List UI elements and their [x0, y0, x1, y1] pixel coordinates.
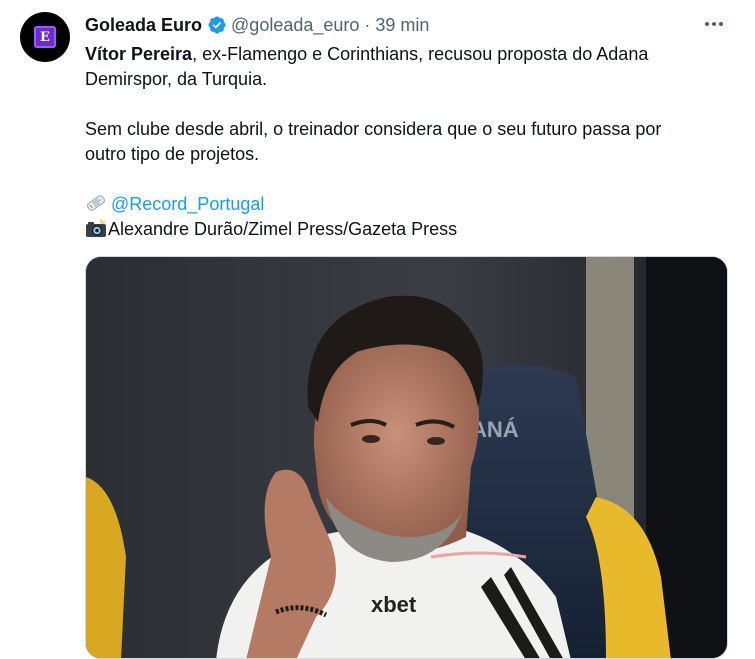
more-options-icon[interactable]	[703, 14, 725, 34]
tweet-text-line: outro tipo de projetos.	[85, 144, 260, 164]
tweet-text-fragment: , ex-Flamengo e Corinthians, recusou pro…	[192, 44, 649, 64]
source-line: @Record_Portugal	[85, 192, 725, 217]
tweet-photo[interactable]: ANÁ xbet	[85, 256, 728, 659]
author-display-name[interactable]: Goleada Euro	[85, 15, 202, 36]
tweet-text-line: Vítor Pereira, ex-Flamengo e Corinthians…	[85, 42, 725, 67]
photo-illustration: ANÁ xbet	[86, 257, 727, 658]
shirt-sponsor-text: xbet	[371, 592, 417, 617]
avatar[interactable]: E	[20, 12, 70, 62]
header-separator: ·	[364, 14, 371, 35]
author-handle[interactable]: @goleada_euro	[231, 15, 359, 36]
tweet-text-line: Sem clube desde abril, o treinador consi…	[85, 119, 662, 139]
camera-flash-icon	[86, 218, 106, 237]
tweet-card[interactable]: E Goleada Euro @goleada_euro · 39 min Ví…	[0, 0, 755, 659]
photo-credit: Alexandre Durão/Zimel Press/Gazeta Press	[108, 219, 458, 239]
source-link[interactable]: @Record_Portugal	[111, 194, 264, 214]
tweet-text-line: Demirspor, da Turquia.	[85, 69, 268, 89]
tweet-timestamp[interactable]: 39 min	[375, 15, 429, 36]
newspaper-roll-icon	[87, 195, 105, 211]
mention-name: Vítor Pereira	[85, 44, 193, 64]
verified-badge-icon[interactable]	[207, 15, 227, 35]
tweet-header: Goleada Euro @goleada_euro · 39 min	[85, 14, 429, 36]
credit-line: Alexandre Durão/Zimel Press/Gazeta Press	[85, 217, 725, 242]
tweet-text: Vítor Pereira, ex-Flamengo e Corinthians…	[85, 42, 725, 242]
avatar-logo: E	[34, 26, 56, 48]
